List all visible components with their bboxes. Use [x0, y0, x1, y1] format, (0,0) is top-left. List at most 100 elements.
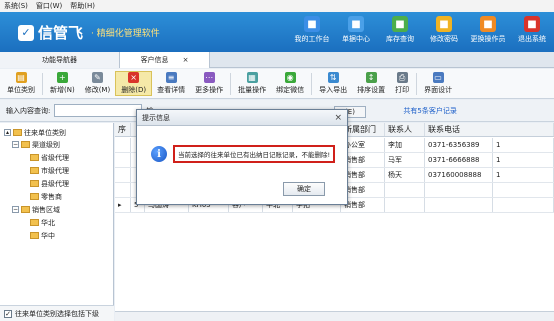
column-header[interactable]: 联系电话: [425, 123, 554, 136]
design-button[interactable]: ▭ 界面设计: [419, 72, 457, 95]
menu-help[interactable]: 帮助(H): [70, 1, 95, 11]
tree-node[interactable]: − 渠道级别: [12, 139, 60, 150]
table-cell: [493, 198, 554, 212]
toolbar-separator: [311, 72, 313, 95]
dialog-title: 提示信息: [142, 113, 170, 122]
tab-customer-info[interactable]: 客户信息 ×: [120, 52, 210, 68]
table-cell: 1: [493, 153, 554, 167]
column-header[interactable]: 联系人: [385, 123, 425, 136]
menu-window[interactable]: 窗口(W): [36, 1, 62, 11]
topnav-user[interactable]: ■ 更换操作员: [466, 16, 510, 44]
tree-root[interactable]: ▴ 往来单位类别: [4, 127, 66, 138]
sort-button[interactable]: ↕ 排序设置: [352, 72, 390, 95]
include-subcategories-checkbox[interactable]: ✓: [4, 309, 12, 318]
delete-icon: ×: [128, 72, 140, 83]
tree-node[interactable]: 华中: [30, 230, 55, 241]
top-navigation: ■ 我的工作台 ■ 单据中心 ■ 库存查询 ■ 修改密码 ■ 更换操作员 ■ 退出系统: [290, 16, 554, 44]
lock-icon: ■: [436, 16, 452, 32]
tree-node[interactable]: − 销售区域: [12, 204, 60, 215]
collapse-icon[interactable]: ▴: [4, 129, 11, 136]
topnav-document[interactable]: ■ 单据中心: [334, 16, 378, 44]
include-subcategories-label: 往来单位类别选择包括下级: [15, 309, 99, 318]
tab-function-navigator[interactable]: 功能导航器: [0, 52, 120, 68]
tree-node[interactable]: 市级代理: [30, 165, 69, 176]
import-export-button[interactable]: ⇅ 导入导出: [314, 72, 352, 95]
tree-node[interactable]: 县级代理: [30, 178, 69, 189]
dialog-body: i 当前选择的往来单位已有出纳日记账记录，不能删除!: [137, 126, 347, 182]
more-button[interactable]: ⋯ 更多操作: [190, 72, 228, 95]
tab-bar: 功能导航器 客户信息 ×: [0, 52, 554, 68]
table-cell: 李加: [385, 138, 425, 152]
stock-icon: ■: [392, 16, 408, 32]
wechat-button[interactable]: ◉ 绑定微信: [271, 72, 309, 95]
column-header[interactable]: 序: [115, 123, 131, 136]
topnav-stock[interactable]: ■ 库存查询: [378, 16, 422, 44]
topnav-label: 退出系统: [518, 35, 546, 43]
horizontal-scrollbar[interactable]: [115, 311, 554, 321]
topnav-label: 单据中心: [342, 35, 370, 43]
toolbar: ▤ 单位类别 + 新增(N) ✎ 修改(M) × 删除(D) ≡ 查看详情 ⋯ 更多操作 ▦ 批量操作 ◉ 绑…: [0, 69, 554, 99]
collapse-icon[interactable]: −: [12, 206, 19, 213]
table-cell: ▸: [115, 198, 131, 212]
menu-system[interactable]: 系统(S): [4, 1, 28, 11]
table-cell: 1: [493, 138, 554, 152]
user-icon: ■: [480, 16, 496, 32]
ok-button[interactable]: 确定: [283, 182, 325, 196]
category-tree: ▴ 往来单位类别 − 渠道级别省级代理市级代理县级代理零售商 − 销售区域华北华中 ✓…: [0, 123, 114, 321]
tree-label: 省级代理: [41, 153, 69, 162]
toolbar-label: 删除(D): [121, 86, 147, 94]
add-button[interactable]: + 新增(N): [45, 72, 80, 95]
edit-button[interactable]: ✎ 修改(M): [80, 72, 116, 95]
info-dialog: 提示信息 × i 当前选择的往来单位已有出纳日记账记录，不能删除! 确定: [136, 109, 348, 205]
tree-node[interactable]: 华北: [30, 217, 55, 228]
tree-label: 市级代理: [41, 166, 69, 175]
tree-label: 县级代理: [41, 179, 69, 188]
toolbar-label: 单位类别: [7, 86, 35, 94]
toolbar-label: 新增(N): [50, 86, 75, 94]
details-icon: ≡: [165, 72, 177, 83]
table-cell: [425, 198, 493, 212]
toolbar-label: 批量操作: [238, 86, 267, 94]
toolbar-label: 打印: [395, 86, 410, 94]
edit-icon: ✎: [91, 72, 103, 83]
table-cell: [493, 183, 554, 197]
tree-node[interactable]: 省级代理: [30, 152, 69, 163]
topnav-monitor[interactable]: ■ 我的工作台: [290, 16, 334, 44]
topnav-lock[interactable]: ■ 修改密码: [422, 16, 466, 44]
tree-label: 零售商: [41, 192, 62, 201]
table-cell: [385, 183, 425, 197]
toolbar-label: 排序设置: [357, 86, 386, 94]
dialog-close-icon[interactable]: ×: [334, 113, 342, 123]
topnav-exit[interactable]: ■ 退出系统: [510, 16, 554, 44]
folder-icon: [30, 232, 39, 239]
record-count: 共有5条客户记录: [403, 106, 457, 115]
table-cell: 0371-6666888: [425, 153, 493, 167]
batch-button[interactable]: ▦ 批量操作: [233, 72, 271, 95]
details-button[interactable]: ≡ 查看详情: [152, 72, 190, 95]
info-icon: i: [151, 146, 167, 162]
folder-icon: [30, 167, 39, 174]
tree-label: 往来单位类别: [24, 128, 66, 137]
print-icon: ⎙: [396, 72, 408, 83]
toolbar-label: 查看详情: [157, 86, 186, 94]
category-button[interactable]: ▤ 单位类别: [2, 72, 40, 95]
dialog-titlebar: 提示信息 ×: [137, 110, 347, 126]
table-cell: 杨天: [385, 168, 425, 182]
collapse-icon[interactable]: −: [12, 141, 19, 148]
category-icon: ▤: [15, 72, 27, 83]
table-cell: [115, 168, 131, 182]
tree-label: 销售区域: [32, 205, 60, 214]
search-label: 输入内容查询:: [6, 106, 51, 115]
delete-button[interactable]: × 删除(D): [115, 71, 153, 96]
tree-label: 渠道级别: [32, 140, 60, 149]
toolbar-separator: [416, 72, 418, 95]
search-input[interactable]: [54, 104, 143, 117]
tab-close-icon[interactable]: ×: [183, 56, 189, 64]
tree-node[interactable]: 零售商: [30, 191, 62, 202]
toolbar-separator: [230, 72, 232, 95]
app-banner: ✓ 信管飞 · 精细化管理软件 ■ 我的工作台 ■ 单据中心 ■ 库存查询 ■ 修改密码 ■ 更换…: [0, 12, 554, 52]
dialog-message: 当前选择的往来单位已有出纳日记账记录，不能删除!: [173, 145, 336, 163]
tab-label: 功能导航器: [42, 56, 77, 64]
print-button[interactable]: ⎙ 打印: [390, 72, 414, 95]
folder-icon: [21, 206, 30, 213]
